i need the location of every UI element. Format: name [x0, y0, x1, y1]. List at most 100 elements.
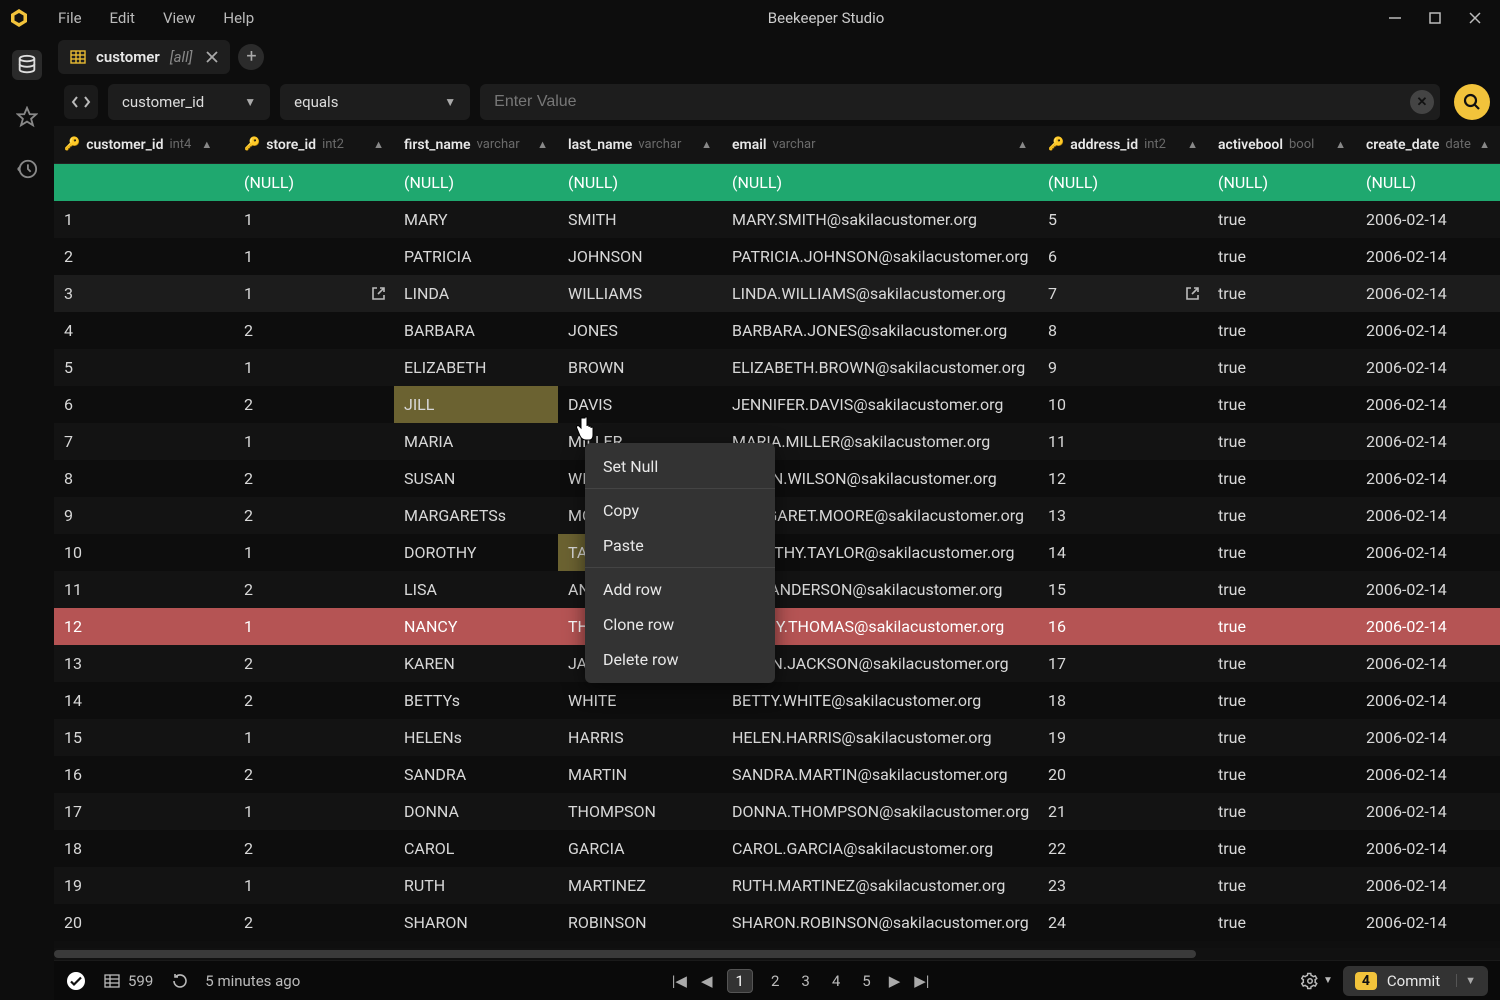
table-cell[interactable]: 13 — [54, 645, 234, 682]
menu-help[interactable]: Help — [211, 5, 266, 31]
table-cell[interactable]: 10 — [1038, 386, 1208, 423]
table-cell[interactable]: 13 — [1038, 497, 1208, 534]
open-link-icon[interactable] — [1185, 286, 1200, 301]
table-settings-icon[interactable]: ▼ — [1301, 972, 1333, 990]
table-cell[interactable]: LINDA — [394, 275, 558, 312]
table-row[interactable]: 182CAROLGARCIACAROL.GARCIA@sakilacustome… — [54, 830, 1500, 867]
table-cell[interactable]: true — [1208, 201, 1356, 238]
table-cell[interactable]: 16 — [54, 756, 234, 793]
table-row[interactable]: 191RUTHMARTINEZRUTH.MARTINEZ@sakilacusto… — [54, 867, 1500, 904]
page-number[interactable]: 4 — [828, 970, 844, 992]
table-cell[interactable]: 2 — [234, 645, 394, 682]
raw-filter-toggle[interactable] — [64, 85, 98, 119]
table-cell[interactable]: 12 — [1038, 460, 1208, 497]
table-body[interactable]: (NULL)(NULL)(NULL)(NULL)(NULL)(NULL)(NUL… — [54, 164, 1500, 948]
table-cell[interactable]: 2006-02-14 — [1356, 904, 1500, 941]
sidebar-history-icon[interactable] — [12, 154, 42, 184]
commit-dropdown-icon[interactable]: ▼ — [1456, 974, 1476, 987]
sidebar-favorites-icon[interactable] — [12, 102, 42, 132]
table-cell[interactable]: JILL — [394, 386, 558, 423]
table-cell[interactable]: 15 — [1038, 571, 1208, 608]
page-next-icon[interactable]: ▶ — [889, 972, 901, 990]
table-cell[interactable]: 2 — [234, 386, 394, 423]
table-cell[interactable]: true — [1208, 460, 1356, 497]
table-cell[interactable]: true — [1208, 830, 1356, 867]
table-cell[interactable]: 2 — [234, 312, 394, 349]
table-row[interactable]: 142BETTYsWHITEBETTY.WHITE@sakilacustomer… — [54, 682, 1500, 719]
table-cell[interactable]: 2006-02-14 — [1356, 275, 1500, 312]
page-number[interactable]: 5 — [858, 970, 874, 992]
window-close-icon[interactable] — [1466, 9, 1484, 27]
page-last-icon[interactable]: ▶| — [914, 972, 929, 990]
table-cell[interactable]: true — [1208, 904, 1356, 941]
table-cell[interactable]: 2 — [54, 238, 234, 275]
table-cell[interactable]: true — [1208, 608, 1356, 645]
column-header-address-id[interactable]: 🔑 address_id int2 ▲ — [1038, 126, 1208, 163]
table-cell[interactable] — [54, 164, 234, 201]
table-cell[interactable]: 2006-02-14 — [1356, 756, 1500, 793]
table-cell[interactable]: true — [1208, 793, 1356, 830]
menu-file[interactable]: File — [46, 5, 94, 31]
table-cell[interactable]: 2006-02-14 — [1356, 460, 1500, 497]
table-cell[interactable]: 2006-02-14 — [1356, 497, 1500, 534]
table-cell[interactable]: SHARON.ROBINSON@sakilacustomer.org — [722, 904, 1038, 941]
table-cell[interactable]: BETTYs — [394, 682, 558, 719]
column-header-customer-id[interactable]: 🔑 customer_id int4 ▲ — [54, 126, 234, 163]
table-cell[interactable]: 2 — [234, 830, 394, 867]
menu-view[interactable]: View — [151, 5, 207, 31]
table-cell[interactable]: ELIZABETH — [394, 349, 558, 386]
table-row[interactable]: 112LISAANDERSONLISA.ANDERSON@sakilacusto… — [54, 571, 1500, 608]
table-cell[interactable]: 2 — [234, 571, 394, 608]
scrollbar-thumb[interactable] — [54, 950, 1196, 958]
ctx-set-null[interactable]: Set Null — [585, 449, 775, 484]
commit-button[interactable]: 4 Commit ▼ — [1343, 966, 1488, 996]
table-cell[interactable]: 7 — [1038, 275, 1208, 312]
table-cell[interactable]: true — [1208, 682, 1356, 719]
clear-filter-icon[interactable]: ✕ — [1410, 90, 1434, 114]
table-cell[interactable]: true — [1208, 423, 1356, 460]
table-row[interactable]: 121NANCYTHOMASsdfsdfNANCY.THOMAS@sakilac… — [54, 608, 1500, 645]
table-cell[interactable]: true — [1208, 534, 1356, 571]
table-cell[interactable]: DONNA — [394, 793, 558, 830]
table-row[interactable]: 132KARENJACKSONsKAREN.JACKSON@sakilacust… — [54, 645, 1500, 682]
table-cell[interactable]: 1 — [54, 201, 234, 238]
table-cell[interactable]: 2006-02-14 — [1356, 608, 1500, 645]
table-cell[interactable]: (NULL) — [1208, 164, 1356, 201]
table-cell[interactable]: 24 — [1038, 904, 1208, 941]
table-cell[interactable]: 10 — [54, 534, 234, 571]
tab-close-icon[interactable] — [206, 51, 218, 63]
table-cell[interactable]: 21 — [1038, 793, 1208, 830]
page-prev-icon[interactable]: ◀ — [701, 972, 713, 990]
sidebar-database-icon[interactable] — [12, 50, 42, 80]
table-row[interactable]: 51ELIZABETHBROWNELIZABETH.BROWN@sakilacu… — [54, 349, 1500, 386]
table-cell[interactable]: 2006-02-14 — [1356, 571, 1500, 608]
table-cell[interactable]: SHARON — [394, 904, 558, 941]
table-cell[interactable]: 2006-02-14 — [1356, 423, 1500, 460]
table-cell[interactable]: THOMPSON — [558, 793, 722, 830]
table-cell[interactable]: NANCY — [394, 608, 558, 645]
table-cell[interactable]: 2 — [234, 497, 394, 534]
table-cell[interactable]: RUTH — [394, 867, 558, 904]
table-cell[interactable]: JENNIFER.DAVIS@sakilacustomer.org — [722, 386, 1038, 423]
table-cell[interactable]: 8 — [54, 460, 234, 497]
table-cell[interactable]: GARCIA — [558, 830, 722, 867]
table-row[interactable]: 11MARYSMITHMARY.SMITH@sakilacustomer.org… — [54, 201, 1500, 238]
table-cell[interactable]: HARRIS — [558, 719, 722, 756]
table-cell[interactable]: MARIA — [394, 423, 558, 460]
table-row[interactable]: 42BARBARAJONESBARBARA.JONES@sakilacustom… — [54, 312, 1500, 349]
table-cell[interactable]: MARY.SMITH@sakilacustomer.org — [722, 201, 1038, 238]
table-cell[interactable]: 1 — [234, 423, 394, 460]
table-cell[interactable]: 1 — [234, 275, 394, 312]
table-cell[interactable]: 1 — [234, 201, 394, 238]
new-tab-button[interactable]: + — [238, 44, 264, 70]
table-cell[interactable]: BARBARA.JONES@sakilacustomer.org — [722, 312, 1038, 349]
column-header-email[interactable]: email varchar ▲ — [722, 126, 1038, 163]
window-minimize-icon[interactable] — [1386, 9, 1404, 27]
table-cell[interactable]: 3 — [54, 275, 234, 312]
ctx-add-row[interactable]: Add row — [585, 572, 775, 607]
ctx-delete-row[interactable]: Delete row — [585, 642, 775, 677]
table-cell[interactable]: 20 — [1038, 756, 1208, 793]
column-header-first-name[interactable]: first_name varchar ▲ — [394, 126, 558, 163]
column-header-activebool[interactable]: activebool bool ▲ — [1208, 126, 1356, 163]
table-row[interactable]: 62JILLDAVISJENNIFER.DAVIS@sakilacustomer… — [54, 386, 1500, 423]
